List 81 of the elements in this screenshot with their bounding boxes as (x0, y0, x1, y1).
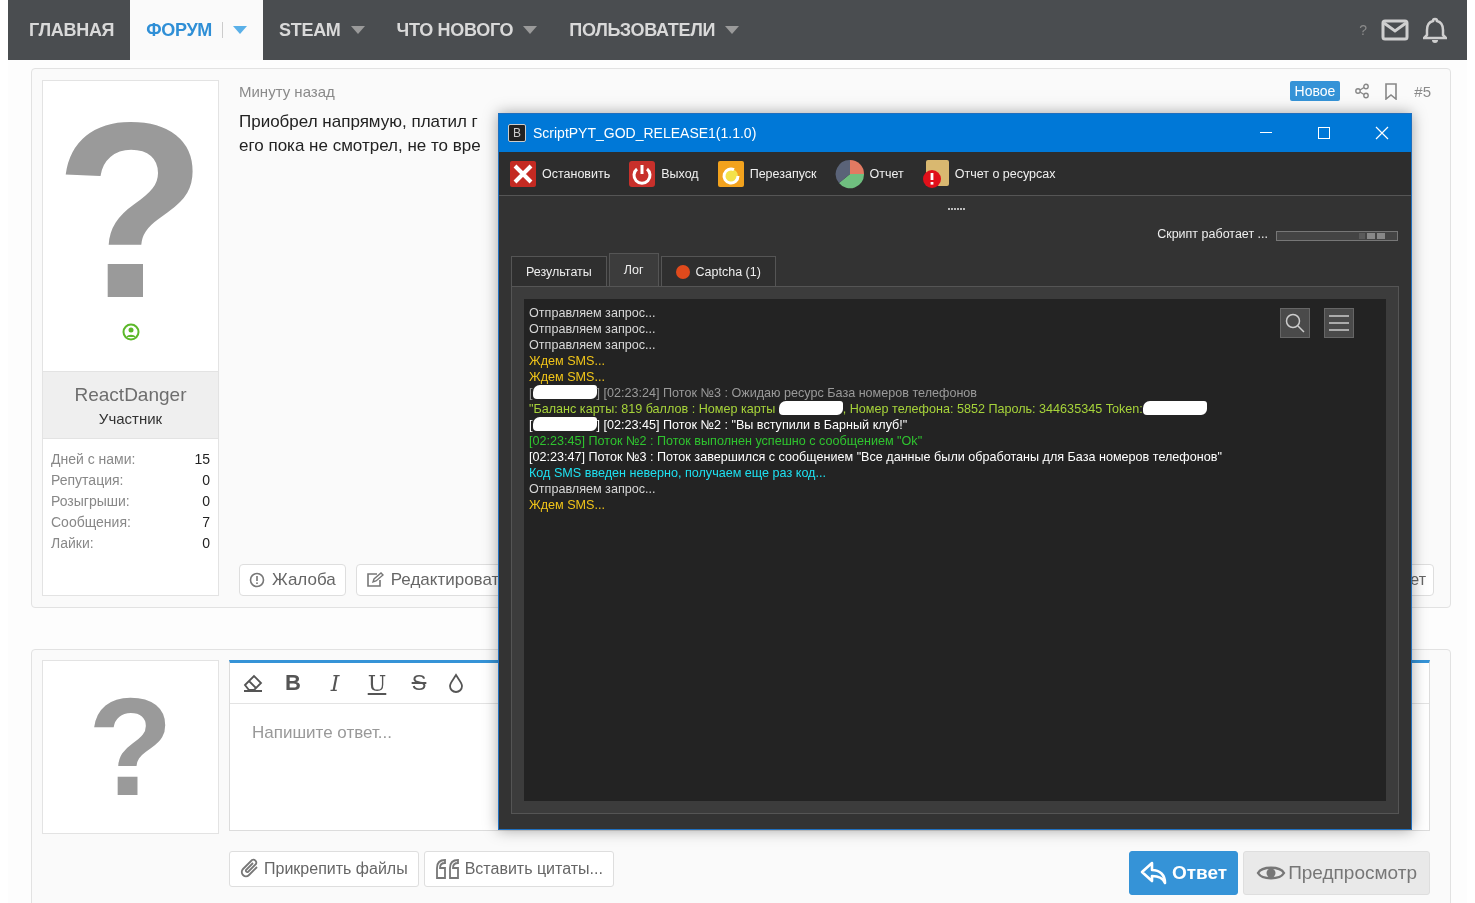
log-line: [ ] [02:23:45] Поток №2 : "Вы вступили в Барный клуб!" (529, 417, 908, 433)
mail-icon[interactable] (1381, 19, 1409, 41)
redaction-mark (1142, 401, 1207, 415)
log-line: "Баланс карты: 819 баллов : Номер карты , Номер телефона: 5852 Пароль: 344635345 Token: (529, 401, 1207, 417)
log-line: [ ] [02:23:24] Поток №3 : Ожидаю ресурс База номеров телефонов (529, 385, 978, 401)
log-line: Отправляем запрос... (529, 305, 656, 321)
post-message: Приобрел напрямую, платил г его пока не смотрел, не то вре (239, 111, 481, 157)
maximize-icon[interactable] (1318, 127, 1330, 139)
preview-button[interactable]: Предпросмотр (1243, 851, 1430, 895)
menu-button[interactable] (1324, 308, 1354, 338)
stat-label: Сообщения: (51, 514, 131, 530)
caret-icon[interactable] (725, 26, 740, 34)
edit-icon (365, 572, 384, 588)
italic-button[interactable]: I (322, 670, 348, 696)
post-time[interactable]: Минуту назад (239, 82, 335, 100)
toolbar-button[interactable]: Отчет о ресурсах (921, 158, 1056, 189)
bookmark-icon[interactable] (1384, 82, 1399, 100)
app-icon: B (508, 124, 526, 142)
stat-label: Дней с нами: (51, 451, 136, 467)
report-button[interactable]: Жалоба (239, 564, 346, 596)
author-role: Участник (98, 410, 163, 427)
insert-quotes-button[interactable]: Вставить цитаты... (423, 851, 614, 887)
stat-label: Розыгрыши: (51, 493, 130, 509)
pie-chart-icon[interactable] (834, 158, 865, 189)
color-drop-icon[interactable] (448, 673, 464, 693)
document-alert-icon[interactable] (921, 158, 950, 189)
nav-tab[interactable]: ГЛАВНАЯ (13, 0, 131, 60)
redaction-mark (532, 417, 597, 431)
stat-value: 0 (202, 493, 210, 509)
toolbar-button[interactable]: Перезапуск (716, 159, 817, 188)
nav-tab[interactable]: STEAM (263, 0, 381, 60)
tab[interactable]: Лог (608, 253, 659, 286)
log-line: [02:23:45] Поток №2 : Поток выполнен успешно с сообщением "Ok" (529, 433, 923, 449)
log-line: Отправляем запрос... (529, 321, 656, 337)
stat-value: 7 (202, 514, 210, 530)
caret-icon[interactable] (523, 26, 538, 34)
log-line: Отправляем запрос... (529, 337, 656, 353)
stat-label: Репутация: (51, 472, 124, 488)
bold-button[interactable]: B (280, 670, 306, 696)
log-line: Код SMS введен неверно, получаем еще раз код... (529, 465, 826, 481)
log-line: Ждем SMS... (529, 369, 605, 385)
tab[interactable]: Результаты (511, 256, 607, 286)
refresh-icon[interactable] (716, 159, 745, 188)
stat-value: 0 (202, 535, 210, 551)
default-avatar-icon: ? (54, 81, 207, 341)
toolbar-button[interactable]: Остановить (509, 159, 611, 188)
new-badge: Новое (1289, 81, 1341, 101)
toolbar-button[interactable]: Отчет (834, 158, 904, 189)
log-line: Ждем SMS... (529, 497, 605, 513)
log-line: [02:23:47] Поток №3 : Поток завершился с сообщением "Все данные были обработаны для База номеров телефонов" (529, 449, 1222, 465)
strike-button[interactable]: S (406, 670, 432, 696)
stat-value: 15 (194, 451, 210, 467)
underline-button[interactable]: U (364, 670, 390, 696)
status-text: Скрипт работает ... (1157, 227, 1268, 241)
redaction-mark (778, 401, 843, 415)
attach-files-button[interactable]: Прикрепить файлы (229, 851, 419, 887)
log-line: Отправляем запрос... (529, 481, 656, 497)
close-icon[interactable] (509, 159, 537, 188)
menu-icon[interactable] (1329, 315, 1349, 331)
stat-value: 0 (202, 472, 210, 488)
nav-tab[interactable]: ФОРУМ (130, 0, 264, 60)
toolbar-button[interactable]: Выход (628, 159, 699, 188)
stat-label: Лайки: (51, 535, 94, 551)
author-name[interactable]: ReactDanger (74, 384, 187, 406)
eraser-icon[interactable] (242, 673, 264, 693)
nav-tab[interactable]: ПОЛЬЗОВАТЕЛИ (553, 0, 756, 60)
log-line: Ждем SMS... (529, 353, 605, 369)
power-icon[interactable] (628, 159, 657, 188)
reply-button[interactable]: Ответ (1129, 851, 1239, 895)
reply-input[interactable]: Напишите ответ... (250, 722, 1409, 744)
nav-tab[interactable]: ЧТО НОВОГО (380, 0, 554, 60)
window-title: ScriptPYT_GOD_RELEASE1(1.1.0) (533, 125, 758, 141)
tab[interactable]: Captcha (1) (660, 256, 776, 286)
bell-icon[interactable] (1423, 17, 1447, 43)
default-avatar-icon: ? (87, 672, 174, 822)
redaction-mark (532, 385, 597, 399)
caret-icon[interactable] (350, 26, 365, 34)
warning-icon (249, 572, 265, 588)
minimize-icon[interactable] (1260, 132, 1272, 134)
share-icon[interactable] (1354, 83, 1371, 99)
post-number[interactable]: #5 (1414, 82, 1431, 100)
